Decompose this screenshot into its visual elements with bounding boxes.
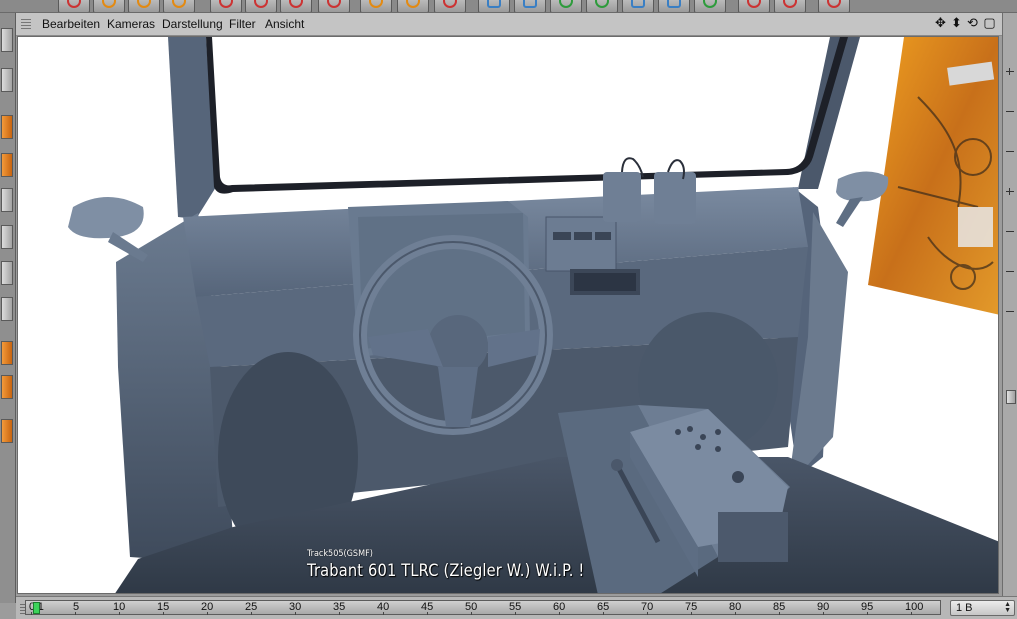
viewport-menubar: Bearbeiten Kameras Darstellung Filter An… bbox=[16, 13, 1002, 36]
timeline-tick bbox=[647, 612, 648, 615]
menu-bearbeiten[interactable]: Bearbeiten bbox=[42, 17, 100, 31]
render-view-icon[interactable] bbox=[58, 0, 90, 12]
overlay-track-label: Track505(GSMF) bbox=[307, 549, 373, 559]
rb-tick bbox=[1006, 271, 1014, 272]
frame-value: 1 B bbox=[956, 602, 973, 614]
right-slider-strip[interactable] bbox=[1002, 13, 1017, 603]
edge-icon[interactable] bbox=[434, 0, 466, 12]
overlay-title: Trabant 601 TLRC (Ziegler W.) W.i.P. ! bbox=[307, 561, 585, 581]
polygon-icon[interactable] bbox=[397, 0, 429, 12]
nurbs-icon[interactable] bbox=[550, 0, 582, 12]
rotate-icon[interactable]: ⟲ bbox=[966, 16, 979, 30]
maximize-icon[interactable]: ▢ bbox=[983, 16, 996, 30]
points-mode-icon[interactable] bbox=[1, 115, 13, 139]
rb-tick bbox=[1006, 231, 1014, 232]
timeline-tick bbox=[603, 612, 604, 615]
menu-filter[interactable]: Filter bbox=[229, 17, 256, 31]
timeline-track[interactable]: 0151015202530354045505560657075808590951… bbox=[25, 600, 941, 615]
texture-mode-icon[interactable] bbox=[1, 68, 13, 92]
timeline-tick bbox=[75, 612, 76, 615]
timeline-tick bbox=[163, 612, 164, 615]
timeline-tick bbox=[735, 612, 736, 615]
polygons-mode-icon[interactable] bbox=[1, 188, 13, 212]
object-icon[interactable] bbox=[360, 0, 392, 12]
rb-tick bbox=[1006, 111, 1014, 112]
camera-icon[interactable] bbox=[738, 0, 770, 12]
snap-icon[interactable] bbox=[1, 297, 13, 321]
timeline-tick bbox=[427, 612, 428, 615]
scene-icon[interactable] bbox=[658, 0, 690, 12]
light-icon[interactable] bbox=[774, 0, 806, 12]
scale-tool-icon[interactable] bbox=[245, 0, 277, 12]
model-mode-icon[interactable] bbox=[1, 28, 13, 52]
locked-workplane-icon[interactable] bbox=[1, 375, 13, 399]
timeline-label: 100 bbox=[905, 601, 924, 613]
edit-render-icon[interactable] bbox=[163, 0, 195, 12]
rb-mark bbox=[1009, 68, 1010, 75]
timeline-cursor[interactable] bbox=[32, 602, 40, 614]
rb-mark bbox=[1009, 188, 1010, 195]
zoom-icon[interactable]: ⬍ bbox=[950, 16, 963, 30]
deformer-icon[interactable] bbox=[622, 0, 654, 12]
timeline-label: 5 bbox=[73, 601, 80, 613]
rb-tick bbox=[1006, 311, 1014, 312]
frame-field[interactable]: 1 B ▲ ▼ bbox=[950, 600, 1015, 616]
timeline-tick bbox=[515, 612, 516, 615]
timeline-tick bbox=[339, 612, 340, 615]
left-tool-palette bbox=[0, 13, 16, 603]
rb-tick bbox=[1006, 151, 1014, 152]
render-picture-icon[interactable] bbox=[93, 0, 125, 12]
cube-icon[interactable] bbox=[478, 0, 510, 12]
menu-darstellung[interactable]: Darstellung bbox=[162, 17, 223, 31]
timeline-tick bbox=[383, 612, 384, 615]
timeline-tick bbox=[691, 612, 692, 615]
timeline-tick bbox=[823, 612, 824, 615]
timeline-tick bbox=[559, 612, 560, 615]
timeline-tick bbox=[207, 612, 208, 615]
arrow-tool-icon[interactable] bbox=[318, 0, 350, 12]
top-toolbar bbox=[0, 0, 1017, 13]
spline-icon[interactable] bbox=[514, 0, 546, 12]
edges-mode-icon[interactable] bbox=[1, 153, 13, 177]
stepper-arrows-icon[interactable]: ▲ ▼ bbox=[1004, 601, 1011, 614]
car-interior-render bbox=[68, 37, 998, 593]
move-tool-icon[interactable] bbox=[210, 0, 242, 12]
grip-icon[interactable] bbox=[21, 18, 31, 29]
rb-tick bbox=[1006, 191, 1014, 192]
tweak-mode-icon[interactable] bbox=[1, 261, 13, 285]
rotate-tool-icon[interactable] bbox=[280, 0, 312, 12]
workplane-icon[interactable] bbox=[1, 341, 13, 365]
timeline-tick bbox=[779, 612, 780, 615]
3d-viewport[interactable]: Track505(GSMF) Trabant 601 TLRC (Ziegler… bbox=[17, 36, 999, 594]
render-settings-icon[interactable] bbox=[128, 0, 160, 12]
timeline-tick bbox=[471, 612, 472, 615]
timeline: 0151015202530354045505560657075808590951… bbox=[16, 596, 1017, 619]
rb-tick bbox=[1006, 71, 1014, 72]
menu-ansicht[interactable]: Ansicht bbox=[265, 17, 304, 31]
axis-mode-icon[interactable] bbox=[1, 225, 13, 249]
timeline-tick bbox=[867, 612, 868, 615]
menu-kameras[interactable]: Kameras bbox=[107, 17, 155, 31]
render-icon[interactable] bbox=[818, 0, 850, 12]
timeline-tick bbox=[295, 612, 296, 615]
timeline-tick bbox=[251, 612, 252, 615]
move-icon[interactable]: ✥ bbox=[934, 16, 947, 30]
slider-handle[interactable] bbox=[1006, 390, 1016, 404]
solo-icon[interactable] bbox=[1, 419, 13, 443]
environment-icon[interactable] bbox=[694, 0, 726, 12]
timeline-tick bbox=[119, 612, 120, 615]
array-icon[interactable] bbox=[586, 0, 618, 12]
timeline-tick bbox=[911, 612, 912, 615]
